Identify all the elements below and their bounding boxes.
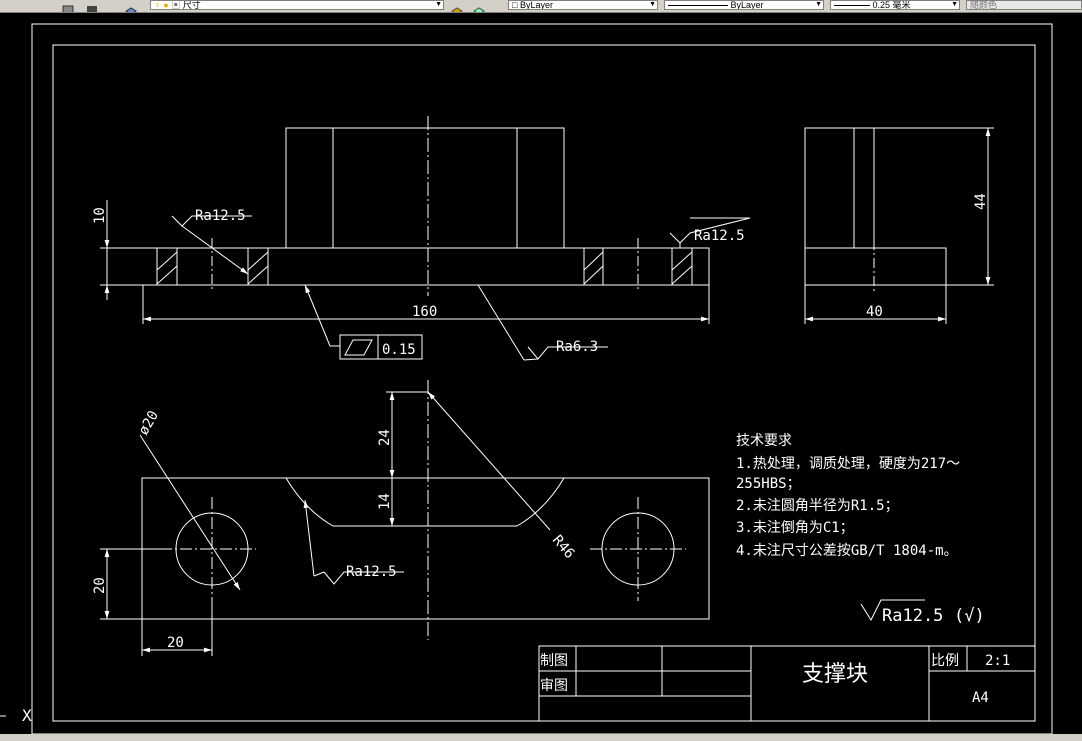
sheet-border <box>31 23 1053 734</box>
flatness-value: 0.15 <box>382 342 416 358</box>
checked-by-label: 审图 <box>540 678 568 694</box>
layer-combo[interactable]: ♀ ● ▣ 尺寸 ▼ <box>150 0 444 10</box>
status-bar <box>0 734 1082 741</box>
tech-req-line: 255HBS； <box>736 476 801 492</box>
side-view <box>804 127 994 324</box>
scale-value: 2:1 <box>985 653 1010 669</box>
sheet-size: A4 <box>972 690 989 706</box>
dim-20-vertical: 20 <box>92 577 108 594</box>
layer-previous-icon[interactable] <box>472 0 485 12</box>
ucs-axis-label: X <box>22 706 32 725</box>
tech-req-title: 技术要求 <box>736 433 792 449</box>
section-hatch <box>156 251 693 285</box>
toolbar: ♀ ● ▣ 尺寸 ▼ □ ByLayer ▼ ByLayer ▼ 0.25 毫米… <box>0 0 1082 13</box>
layer-manager-icon[interactable] <box>124 0 137 12</box>
tech-req-line: 4.未注尺寸公差按GB/T 1804-m。 <box>736 543 958 559</box>
general-roughness-value: Ra12.5 <box>882 606 943 626</box>
roughness-left: Ra12.5 <box>195 208 246 224</box>
drawn-by-label: 制图 <box>540 653 568 669</box>
color-combo[interactable]: □ ByLayer ▼ <box>508 0 658 10</box>
plotstyle-combo[interactable]: 随颜色 <box>966 0 1082 10</box>
layer-states-icon[interactable] <box>62 0 74 12</box>
lineweight-preview <box>834 5 870 7</box>
save-icon[interactable] <box>86 0 98 12</box>
general-roughness-suffix: (√) <box>954 606 985 626</box>
linetype-combo[interactable]: ByLayer ▼ <box>664 0 824 10</box>
chevron-down-icon: ▼ <box>951 1 958 8</box>
chevron-down-icon: ▼ <box>815 1 822 8</box>
roughness-slot: Ra12.5 <box>346 564 397 580</box>
color-swatch-icon: □ <box>512 0 518 10</box>
scale-label: 比例 <box>931 653 959 669</box>
dim-44: 44 <box>973 193 989 210</box>
part-name: 支撑块 <box>802 662 868 687</box>
layer-name: 尺寸 <box>182 0 201 10</box>
lock-icon: ▣ <box>171 0 181 10</box>
lineweight-combo[interactable]: 0.25 毫米 ▼ <box>830 0 960 10</box>
title-block <box>538 645 1036 722</box>
chevron-down-icon: ▼ <box>435 1 442 8</box>
chevron-down-icon: ▼ <box>649 1 656 8</box>
tech-req-line: 3.未注倒角为C1； <box>736 520 854 536</box>
dim-14: 14 <box>377 493 393 510</box>
roughness-right: Ra12.5 <box>694 228 745 244</box>
dim-160: 160 <box>412 304 437 320</box>
top-view <box>100 380 710 656</box>
dim-24: 24 <box>377 429 393 446</box>
bulb-icon: ♀ <box>154 0 161 10</box>
tech-req-line: 2.未注圆角半径为R1.5； <box>736 498 899 514</box>
roughness-bottom: Ra6.3 <box>556 339 598 355</box>
linetype-preview <box>668 5 728 7</box>
tech-req-line: 1.热处理，调质处理，硬度为217～ <box>736 456 960 472</box>
dim-10: 10 <box>92 207 108 224</box>
make-layer-current-icon[interactable] <box>450 0 463 12</box>
technical-requirements: 技术要求 1.热处理，调质处理，硬度为217～ 255HBS； 2.未注圆角半径… <box>736 433 960 559</box>
dim-r46: R46 <box>549 532 578 562</box>
dim-20-horizontal: 20 <box>167 635 184 651</box>
front-view <box>100 116 751 361</box>
sun-icon: ● <box>163 0 169 10</box>
dim-40: 40 <box>866 304 883 320</box>
drawing-canvas[interactable]: 160 10 Ra12.5 Ra12.5 Ra6.3 0.15 40 44 ø2… <box>0 13 1082 734</box>
dim-hole-dia: ø20 <box>136 408 163 438</box>
